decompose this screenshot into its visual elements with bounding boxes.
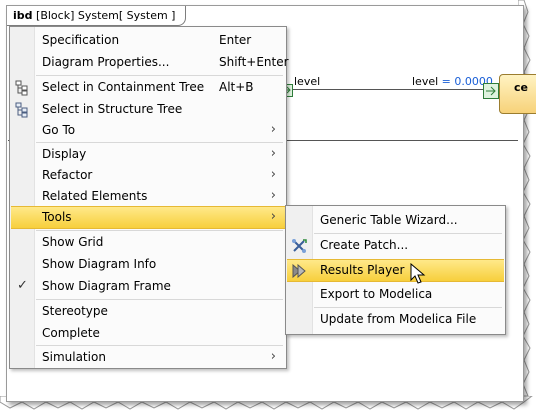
results-player-icon (292, 263, 306, 279)
menu-item-create-patch[interactable]: Create Patch... (287, 235, 504, 256)
menu-item-label: Diagram Properties... (42, 55, 170, 69)
menu-separator (36, 299, 283, 300)
menu-item-select-in-containment-tree[interactable]: Select in Containment Tree Alt+B (11, 77, 285, 98)
menu-separator (36, 142, 283, 143)
menu-item-label: Go To (42, 123, 76, 137)
menu-item-show-grid[interactable]: Show Grid (11, 232, 285, 253)
menu-item-simulation[interactable]: Simulation › (11, 347, 285, 368)
value-name: level (412, 75, 439, 88)
menu-item-generic-table-wizard[interactable]: Generic Table Wizard... (287, 210, 504, 231)
menu-separator (36, 230, 283, 231)
menu-item-tools[interactable]: Tools › (11, 206, 285, 229)
menu-item-label: Refactor (42, 168, 93, 182)
menu-item-label: Select in Containment Tree (42, 80, 205, 94)
target-port[interactable] (483, 83, 499, 99)
value-equals: = (438, 75, 455, 88)
menu-item-show-diagram-frame[interactable]: ✓ Show Diagram Frame (11, 276, 285, 297)
menu-item-label: Export to Modelica (320, 287, 433, 301)
menu-item-shortcut: Shift+Enter (219, 55, 289, 69)
menu-item-display[interactable]: Display › (11, 144, 285, 165)
menu-item-label: Select in Structure Tree (42, 102, 183, 116)
diagram-frame-tab[interactable]: ibd [Block] System[ System ] (7, 6, 187, 26)
menu-item-shortcut: Alt+B (219, 80, 254, 94)
menu-item-specification[interactable]: Specification Enter (11, 30, 285, 51)
menu-item-label: Results Player (320, 263, 405, 277)
menu-item-show-diagram-info[interactable]: Show Diagram Info (11, 254, 285, 275)
chevron-right-icon: › (270, 122, 276, 137)
mouse-cursor-icon (410, 263, 426, 284)
value-label: level = 0.0000 (412, 75, 493, 88)
menu-separator (36, 75, 283, 76)
menu-item-go-to[interactable]: Go To › (11, 120, 285, 141)
patch-icon (292, 239, 307, 253)
menu-item-stereotype[interactable]: Stereotype (11, 301, 285, 322)
menu-separator (314, 307, 502, 308)
menu-item-label: Complete (42, 326, 100, 340)
menu-item-label: Update from Modelica File (320, 312, 477, 326)
connector-label: level (294, 75, 321, 88)
menu-item-export-to-modelica[interactable]: Export to Modelica (287, 284, 504, 305)
context-menu: Specification Enter Diagram Properties..… (9, 26, 289, 369)
menu-item-label: Related Elements (42, 189, 148, 203)
menu-separator (314, 233, 502, 234)
port-arrow-icon (486, 86, 496, 96)
menu-separator (36, 345, 283, 346)
menu-item-select-in-structure-tree[interactable]: Select in Structure Tree (11, 99, 285, 120)
menu-item-results-player[interactable]: Results Player (287, 259, 504, 282)
structure-tree-icon (15, 102, 28, 118)
menu-item-label: Create Patch... (320, 238, 409, 252)
menu-item-label: Tools (42, 210, 72, 224)
block-part[interactable] (499, 74, 536, 114)
menu-item-diagram-properties[interactable]: Diagram Properties... Shift+Enter (11, 52, 289, 73)
menu-item-label: Display (42, 147, 87, 161)
menu-item-label: Generic Table Wizard... (320, 213, 458, 227)
menu-item-label: Show Diagram Frame (42, 279, 171, 293)
chevron-right-icon: › (270, 349, 276, 364)
menu-item-shortcut: Enter (219, 33, 252, 47)
block-label: ce (514, 81, 528, 94)
diagram-type: ibd (13, 9, 33, 22)
menu-item-refactor[interactable]: Refactor › (11, 165, 285, 186)
check-icon: ✓ (17, 278, 28, 293)
diagram-name: [Block] System[ System ] (36, 9, 176, 22)
menu-item-related-elements[interactable]: Related Elements › (11, 186, 285, 207)
containment-tree-icon (15, 80, 28, 96)
chevron-right-icon: › (270, 209, 276, 224)
menu-item-label: Stereotype (42, 304, 108, 318)
menu-item-label: Simulation (42, 350, 106, 364)
chevron-right-icon: › (270, 146, 276, 161)
menu-item-label: Specification (42, 33, 120, 47)
chevron-right-icon: › (270, 188, 276, 203)
menu-item-update-from-modelica-file[interactable]: Update from Modelica File (287, 309, 504, 330)
chevron-right-icon: › (270, 167, 276, 182)
menu-item-label: Show Diagram Info (42, 257, 157, 271)
menu-item-complete[interactable]: Complete (11, 323, 285, 344)
connector-line[interactable] (291, 89, 483, 90)
menu-item-label: Show Grid (42, 235, 104, 249)
tools-submenu: Generic Table Wizard... Create Patch... … (285, 205, 506, 335)
